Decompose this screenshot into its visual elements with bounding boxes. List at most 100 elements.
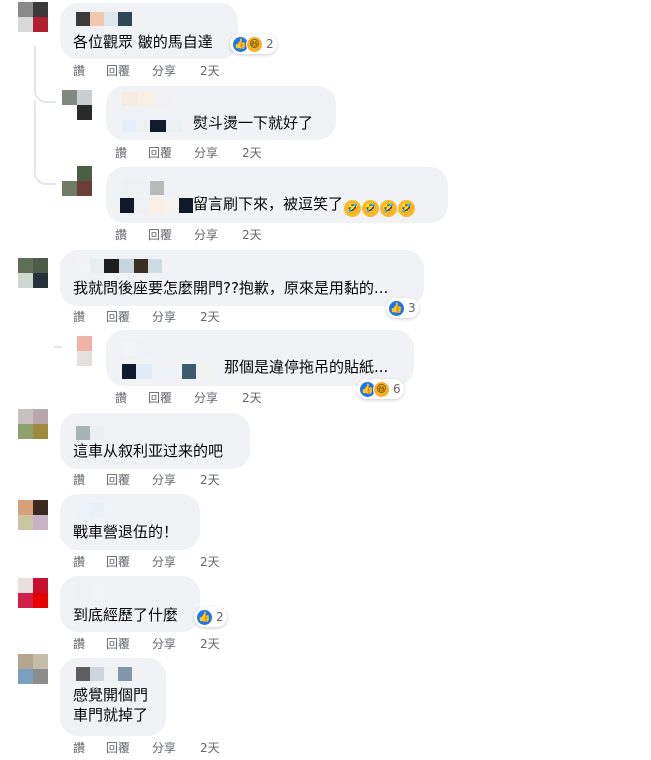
comment-bubble[interactable]: 我就問後座要怎麼開門??抱歉，原來是用黏的... bbox=[60, 250, 424, 306]
share-button[interactable]: 分享 bbox=[152, 309, 200, 325]
share-button[interactable]: 分享 bbox=[194, 390, 242, 406]
rofl-emoji-icon: 🤣 bbox=[380, 200, 398, 217]
reaction-count: 6 bbox=[393, 382, 401, 396]
comment-actions: 讚回覆 分享 2天 bbox=[73, 63, 220, 79]
timestamp[interactable]: 2天 bbox=[242, 145, 262, 161]
like-button[interactable]: 讚 bbox=[115, 145, 148, 161]
commenter-name[interactable] bbox=[122, 181, 164, 195]
comment-text: 這車从叙利亚过来的吧 bbox=[73, 442, 224, 460]
commenter-name[interactable] bbox=[122, 92, 170, 106]
reaction-summary[interactable]: 👍 😆 2 bbox=[230, 34, 277, 54]
timestamp[interactable]: 2天 bbox=[200, 309, 220, 325]
commenter-name[interactable] bbox=[76, 585, 118, 599]
comment-bubble[interactable]: 感覺開個門 車門就掉了 bbox=[60, 658, 166, 736]
like-button[interactable]: 讚 bbox=[73, 636, 106, 652]
avatar[interactable] bbox=[62, 90, 92, 120]
comment-actions: 讚回覆 分享 2天 bbox=[115, 390, 262, 406]
avatar[interactable] bbox=[62, 166, 92, 196]
timestamp[interactable]: 2天 bbox=[200, 472, 220, 488]
like-button[interactable]: 讚 bbox=[73, 740, 106, 756]
reaction-count: 2 bbox=[216, 610, 224, 624]
comment-text: 留言刷下來，被逗笑了 🤣 🤣 🤣 🤣 bbox=[193, 194, 416, 217]
like-button[interactable]: 讚 bbox=[73, 554, 106, 570]
comment-bubble[interactable]: 戰車營退伍的！ bbox=[60, 494, 200, 550]
reply-bubble[interactable]: 那個是違停拖吊的貼紙... bbox=[106, 330, 414, 386]
reply-button[interactable]: 回覆 bbox=[106, 554, 152, 570]
reply-button[interactable]: 回覆 bbox=[106, 472, 152, 488]
like-button[interactable]: 讚 bbox=[115, 390, 148, 406]
timestamp[interactable]: 2天 bbox=[242, 390, 262, 406]
comment-actions: 讚回覆 分享 2天 bbox=[115, 145, 262, 161]
commenter-name[interactable] bbox=[120, 198, 193, 213]
reply-bubble[interactable]: 留言刷下來，被逗笑了 🤣 🤣 🤣 🤣 bbox=[106, 167, 448, 223]
comment-bubble[interactable]: 這車从叙利亚过来的吧 bbox=[60, 413, 250, 469]
like-button[interactable]: 讚 bbox=[73, 63, 106, 79]
comment-bubble[interactable]: 到底經歷了什麼 bbox=[60, 576, 200, 632]
comment-text: 各位觀眾 皺的馬自達 bbox=[73, 33, 213, 51]
share-button[interactable]: 分享 bbox=[152, 63, 200, 79]
share-button[interactable]: 分享 bbox=[152, 636, 200, 652]
rofl-emoji-icon: 🤣 bbox=[344, 200, 362, 217]
reply-button[interactable]: 回覆 bbox=[106, 740, 152, 756]
timestamp[interactable]: 2天 bbox=[200, 636, 220, 652]
avatar[interactable] bbox=[18, 409, 48, 439]
avatar[interactable] bbox=[18, 258, 48, 288]
avatar[interactable] bbox=[18, 654, 48, 684]
commenter-name[interactable] bbox=[122, 364, 210, 379]
comment-actions: 讚回覆 分享 2天 bbox=[73, 636, 220, 652]
commenter-name[interactable] bbox=[76, 12, 132, 26]
timestamp[interactable]: 2天 bbox=[200, 63, 220, 79]
avatar[interactable] bbox=[18, 578, 48, 608]
comment-actions: 讚回覆 分享 2天 bbox=[73, 554, 220, 570]
commenter-name[interactable] bbox=[122, 120, 182, 132]
reply-button[interactable]: 回覆 bbox=[148, 145, 194, 161]
reaction-count: 2 bbox=[266, 37, 274, 51]
commenter-name[interactable] bbox=[76, 503, 118, 517]
reaction-summary[interactable]: 👍 😆 6 bbox=[357, 379, 404, 399]
haha-icon: 😆 bbox=[373, 380, 390, 398]
reply-button[interactable]: 回覆 bbox=[106, 63, 152, 79]
comment-actions: 讚回覆 分享 2天 bbox=[73, 309, 220, 325]
share-button[interactable]: 分享 bbox=[152, 554, 200, 570]
like-button[interactable]: 讚 bbox=[73, 309, 106, 325]
reply-button[interactable]: 回覆 bbox=[106, 636, 152, 652]
share-button[interactable]: 分享 bbox=[194, 145, 242, 161]
avatar[interactable] bbox=[62, 336, 92, 366]
comment-text: 那個是違停拖吊的貼紙... bbox=[224, 358, 389, 376]
reaction-summary[interactable]: 👍 3 bbox=[386, 298, 419, 318]
share-button[interactable]: 分享 bbox=[194, 227, 242, 243]
comment-text: 感覺開個門 車門就掉了 bbox=[73, 686, 149, 724]
comment-text: 到底經歷了什麼 bbox=[73, 606, 179, 624]
comment-text: 熨斗燙一下就好了 bbox=[193, 114, 314, 132]
comment-bubble[interactable]: 各位觀眾 皺的馬自達 bbox=[60, 3, 238, 59]
like-button[interactable]: 讚 bbox=[115, 227, 148, 243]
rofl-emoji-icon: 🤣 bbox=[362, 200, 380, 217]
timestamp[interactable]: 2天 bbox=[242, 227, 262, 243]
like-icon: 👍 bbox=[196, 608, 213, 626]
reply-bubble[interactable]: 熨斗燙一下就好了 bbox=[106, 86, 336, 140]
timestamp[interactable]: 2天 bbox=[200, 554, 220, 570]
comment-actions: 讚回覆 分享 2天 bbox=[73, 740, 220, 756]
reply-button[interactable]: 回覆 bbox=[106, 309, 152, 325]
comment-text: 我就問後座要怎麼開門??抱歉，原來是用黏的... bbox=[73, 279, 389, 297]
comment-actions: 讚回覆 分享 2天 bbox=[73, 472, 220, 488]
share-button[interactable]: 分享 bbox=[152, 740, 200, 756]
commenter-name[interactable] bbox=[76, 426, 104, 440]
comment-text: 戰車營退伍的！ bbox=[73, 523, 179, 541]
avatar[interactable] bbox=[18, 2, 48, 32]
rofl-emoji-icon: 🤣 bbox=[398, 200, 416, 217]
reaction-count: 3 bbox=[408, 301, 416, 315]
share-button[interactable]: 分享 bbox=[152, 472, 200, 488]
timestamp[interactable]: 2天 bbox=[200, 740, 220, 756]
like-button[interactable]: 讚 bbox=[73, 472, 106, 488]
commenter-name[interactable] bbox=[76, 667, 132, 681]
reaction-summary[interactable]: 👍 2 bbox=[194, 607, 227, 627]
avatar[interactable] bbox=[18, 500, 48, 530]
reply-thread-line bbox=[34, 46, 56, 103]
like-icon: 👍 bbox=[388, 299, 405, 317]
commenter-name[interactable] bbox=[76, 259, 162, 273]
reply-button[interactable]: 回覆 bbox=[148, 227, 194, 243]
commenter-name[interactable] bbox=[122, 342, 150, 356]
comment-actions: 讚回覆 分享 2天 bbox=[115, 227, 262, 243]
reply-button[interactable]: 回覆 bbox=[148, 390, 194, 406]
